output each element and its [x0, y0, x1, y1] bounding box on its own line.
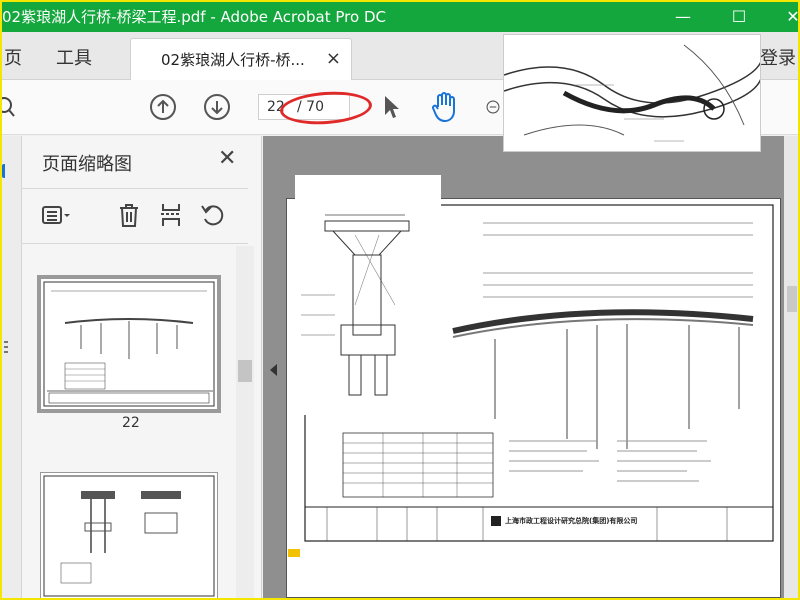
tab-home[interactable]: 页	[4, 44, 22, 70]
page-thumbnails-panel: 页面缩略图 ✕ 22	[22, 136, 262, 600]
hand-tool-icon[interactable]	[428, 90, 462, 124]
site-plan-overlay	[503, 34, 761, 152]
comment-icon[interactable]	[288, 549, 300, 557]
next-page-icon[interactable]	[203, 93, 231, 121]
extract-page-icon[interactable]	[160, 201, 182, 229]
close-panel-button[interactable]: ✕	[218, 146, 236, 171]
tab-document[interactable]: 02紫琅湖人行桥-桥... ×	[130, 38, 352, 80]
pier-section-overlay	[295, 175, 441, 415]
thumbnail-drawing	[43, 475, 215, 597]
search-icon[interactable]	[0, 94, 16, 120]
zoom-out-icon[interactable]	[486, 94, 500, 120]
window-title: 02紫琅湖人行桥-桥梁工程.pdf - Adobe Acrobat Pro DC	[2, 7, 386, 26]
thumbnails-scrollbar[interactable]	[236, 246, 254, 600]
document-tab-label: 02紫琅湖人行桥-桥...	[161, 51, 305, 69]
minimize-icon: —	[675, 6, 691, 26]
maximize-icon: ☐	[731, 6, 747, 26]
title-bar: 02紫琅湖人行桥-桥梁工程.pdf - Adobe Acrobat Pro DC…	[0, 0, 800, 32]
collapse-panel-icon[interactable]	[270, 364, 277, 376]
thumbnail-drawing	[43, 281, 215, 407]
scrollbar-thumb[interactable]	[238, 360, 252, 382]
thumbnail-page-number: 22	[122, 415, 140, 431]
page-thumbnail[interactable]	[40, 472, 218, 600]
company-name: 上海市政工程设计研究总院(集团)有限公司	[505, 517, 638, 525]
panel-title: 页面缩略图	[42, 154, 132, 175]
close-window-button[interactable]: ✕	[770, 0, 800, 32]
maximize-button[interactable]: ☐	[716, 0, 762, 32]
select-cursor-icon[interactable]	[380, 92, 402, 122]
navigation-pane-strip	[0, 136, 22, 600]
close-tab-button[interactable]: ×	[326, 48, 341, 69]
scrollbar-thumb[interactable]	[787, 286, 797, 312]
pier-section-drawing	[301, 214, 410, 396]
grip-icon[interactable]	[4, 341, 8, 355]
sign-in-link[interactable]: 登录	[760, 44, 796, 70]
pane-indicator-icon[interactable]	[2, 164, 8, 178]
delete-icon[interactable]	[117, 201, 141, 229]
page-thumbnail[interactable]	[37, 275, 221, 413]
tab-tools[interactable]: 工具	[56, 44, 92, 70]
close-icon: ✕	[786, 6, 800, 26]
document-scrollbar[interactable]	[784, 136, 800, 600]
previous-page-icon[interactable]	[149, 93, 177, 121]
thumbnail-toolbar	[22, 188, 248, 244]
site-plan-drawing	[504, 44, 760, 142]
minimize-button[interactable]: —	[660, 0, 706, 32]
rotate-icon[interactable]	[200, 201, 226, 229]
options-menu-icon[interactable]	[42, 203, 72, 229]
